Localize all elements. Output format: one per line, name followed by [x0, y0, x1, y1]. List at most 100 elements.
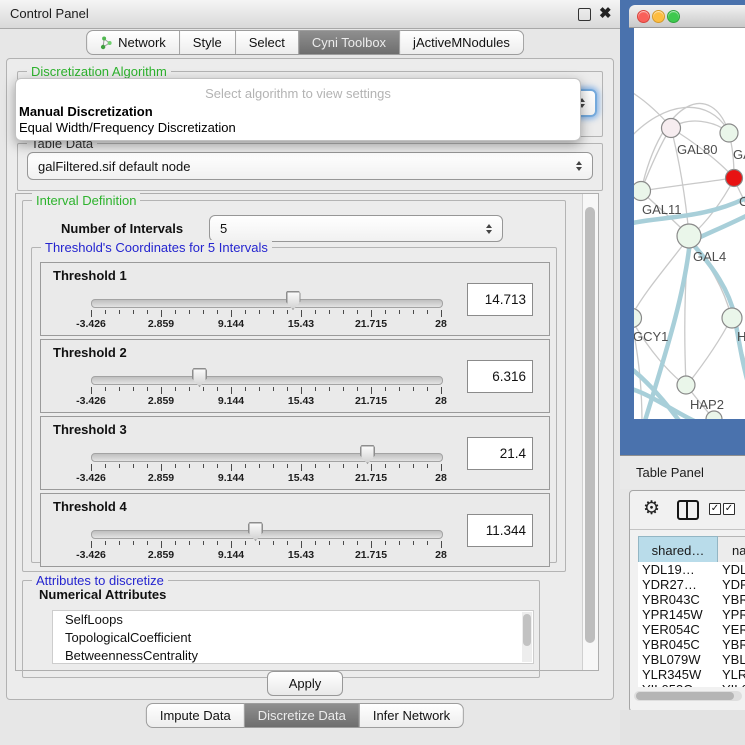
network-node-gal4[interactable] — [677, 224, 701, 248]
table-row[interactable]: YDR27… YDR2 — [638, 577, 745, 592]
network-graph: GAL80GALCGAL11GAL4GCY1HHAP2 — [634, 28, 745, 419]
table-row[interactable]: YBR043C YBR0 — [638, 592, 745, 607]
slider-tick-label: -3.426 — [76, 472, 106, 484]
tab-style[interactable]: Style — [180, 30, 236, 55]
tab-infer-network[interactable]: Infer Network — [360, 703, 464, 728]
table-row[interactable]: YBL079W YBL0 — [638, 652, 745, 667]
network-edge[interactable] — [641, 129, 670, 191]
attribute-items: SelfLoopsTopologicalCoefficientBetweenne… — [53, 611, 533, 664]
close-icon[interactable]: ✖ — [599, 4, 612, 22]
slider-tick-label: 2.859 — [148, 472, 174, 484]
table-row[interactable]: YDL19… YDL1 — [638, 562, 745, 577]
threshold-value-field[interactable]: 11.344 — [467, 514, 533, 547]
cyni-mode-tabs: Impute DataDiscretize DataInfer Network — [146, 703, 464, 728]
slider-tick-label: 21.715 — [355, 472, 387, 484]
dropdown-option-equal-width-frequency[interactable]: Equal Width/Frequency Discretization — [19, 120, 236, 135]
column-header-shared[interactable]: shared… — [638, 536, 718, 564]
scrollbar-thumb[interactable] — [523, 614, 531, 646]
slider-track[interactable] — [91, 299, 443, 308]
tab-jactivemnodules[interactable]: jActiveMNodules — [400, 30, 524, 55]
network-window-titlebar[interactable] — [629, 5, 745, 28]
tab-network[interactable]: Network — [86, 30, 180, 55]
checkbox-checked-icon[interactable]: ✓ — [709, 503, 721, 515]
column-header-name[interactable]: na — [718, 536, 745, 564]
slider-tick — [441, 310, 442, 317]
slider-tick — [413, 541, 414, 545]
network-node-hap2[interactable] — [677, 376, 695, 394]
threshold-value-field[interactable]: 6.316 — [467, 360, 533, 393]
slider-tick — [259, 310, 260, 314]
dropdown-option-manual-discretization[interactable]: Manual Discretization — [19, 104, 153, 119]
slider-tick-label: 9.144 — [218, 549, 244, 561]
table-row[interactable]: YIL053C YIL0 — [638, 682, 745, 687]
scrollbar-thumb[interactable] — [585, 207, 595, 643]
tab-impute-data[interactable]: Impute Data — [146, 703, 245, 728]
spinner-icon — [576, 161, 582, 171]
network-node-label: C — [739, 194, 745, 209]
apply-button[interactable]: Apply — [267, 671, 343, 696]
slider-tick — [259, 541, 260, 545]
slider-tick — [301, 387, 302, 394]
tab-cyni-toolbox[interactable]: Cyni Toolbox — [299, 30, 400, 55]
threshold-value-field[interactable]: 14.713 — [467, 283, 533, 316]
table-data-combobox[interactable]: galFiltered.sif default node — [27, 152, 593, 180]
network-canvas[interactable]: GAL80GALCGAL11GAL4GCY1HHAP2 — [634, 28, 745, 419]
zoom-button[interactable] — [667, 10, 680, 23]
slider-tick — [441, 464, 442, 471]
slider-track[interactable] — [91, 530, 443, 539]
slider-tick — [399, 464, 400, 468]
slider-track[interactable] — [91, 453, 443, 462]
network-node-gcy1[interactable] — [634, 309, 642, 328]
slider-tick — [245, 541, 246, 545]
table-row[interactable]: YER054C YER0 — [638, 622, 745, 637]
attributes-scrollbar[interactable] — [522, 612, 532, 662]
scrollbar-thumb[interactable] — [636, 692, 734, 700]
table-horizontal-scrollbar[interactable] — [634, 691, 742, 701]
tab-discretize-data[interactable]: Discretize Data — [245, 703, 360, 728]
network-node-h[interactable] — [722, 308, 742, 328]
panel-vertical-scrollbar[interactable] — [582, 194, 598, 670]
slider-tick — [315, 310, 316, 314]
table-toolbar: ⚙ ✓ ✓ — [630, 491, 745, 530]
network-node-c[interactable] — [726, 170, 743, 187]
network-edge[interactable] — [641, 178, 733, 191]
number-of-intervals-combobox[interactable]: 5 — [209, 215, 503, 242]
slider-tick-label: -3.426 — [76, 395, 106, 407]
tab-label: Select — [249, 35, 285, 50]
columns-icon[interactable] — [677, 500, 699, 520]
slider-tick — [105, 387, 106, 391]
table-row[interactable]: YBR045C YBR0 — [638, 637, 745, 652]
network-node-label: GAL11 — [642, 202, 682, 217]
dropdown-hint: Select algorithm to view settings — [16, 86, 580, 101]
table-panel-titlebar: Table Panel — [620, 455, 745, 489]
float-window-icon[interactable] — [578, 8, 591, 21]
attribute-item[interactable]: BetweennessCentrality — [53, 647, 533, 664]
attribute-item[interactable]: TopologicalCoefficient — [53, 629, 533, 647]
attribute-item[interactable]: SelfLoops — [53, 611, 533, 629]
slider-tick — [203, 387, 204, 391]
checkbox-checked-icon[interactable]: ✓ — [723, 503, 735, 515]
intervals-value: 5 — [220, 221, 227, 236]
slider-tick — [385, 310, 386, 314]
slider-tick — [161, 387, 162, 394]
network-node-gal80[interactable] — [662, 119, 681, 138]
close-button[interactable] — [637, 10, 650, 23]
gear-icon[interactable]: ⚙ — [643, 497, 660, 520]
table-row[interactable]: YLR345W YLR3 — [638, 667, 745, 682]
minimize-button[interactable] — [652, 10, 665, 23]
slider-tick — [189, 387, 190, 391]
network-node-label: HAP2 — [690, 397, 724, 412]
numerical-attributes-list[interactable]: SelfLoopsTopologicalCoefficientBetweenne… — [52, 610, 534, 664]
slider-tick — [259, 387, 260, 391]
network-node-gal11[interactable] — [634, 182, 651, 201]
table-row[interactable]: YPR145W YPR1 — [638, 607, 745, 622]
network-node-gal[interactable] — [720, 124, 738, 142]
slider-ticks — [91, 541, 441, 550]
tab-select[interactable]: Select — [236, 30, 299, 55]
slider-tick — [329, 387, 330, 391]
network-edge[interactable] — [687, 319, 731, 385]
slider-track[interactable] — [91, 376, 443, 385]
threshold-value-field[interactable]: 21.4 — [467, 437, 533, 470]
interval-definition-group: Interval Definition Number of Intervals … — [22, 200, 566, 572]
slider-tick — [371, 310, 372, 317]
